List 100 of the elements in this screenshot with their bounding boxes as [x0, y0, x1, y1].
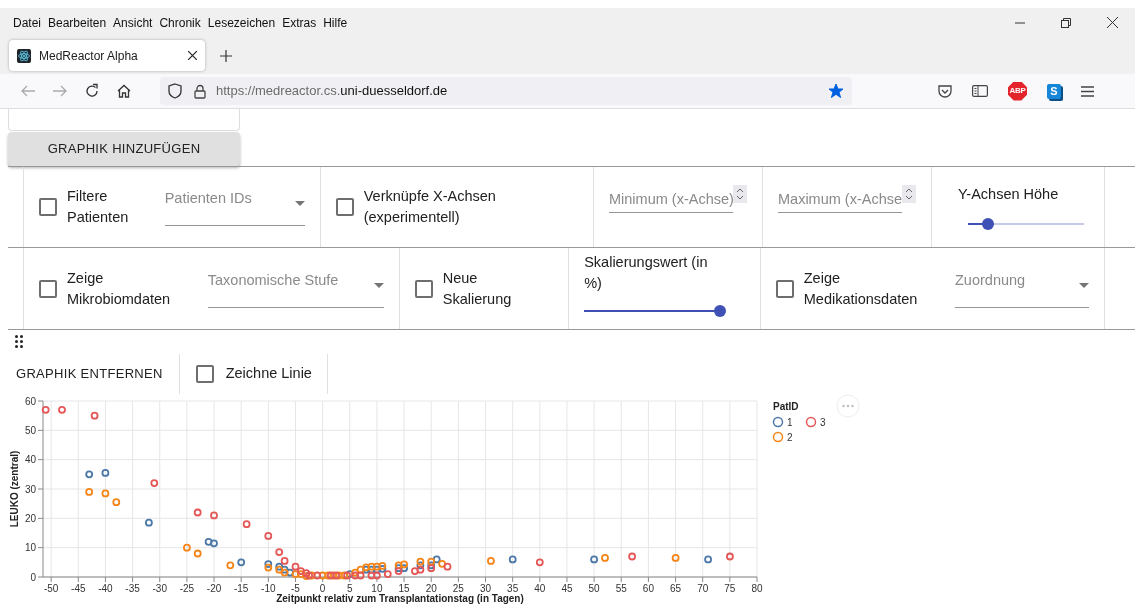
number-field[interactable]: Maximum (x-Achse	[778, 185, 902, 213]
menu-item[interactable]: Lesezeichen	[207, 13, 276, 32]
data-point	[535, 558, 544, 567]
menu-item[interactable]: Extras	[282, 13, 317, 32]
data-point	[280, 565, 289, 574]
select-field[interactable]: Taxonomische Stufe	[207, 269, 384, 308]
close-icon[interactable]	[188, 51, 197, 60]
tick-label: 60	[24, 395, 36, 407]
sidebar-icon[interactable]	[972, 85, 988, 97]
browser-tab[interactable]: MedReactor Alpha	[9, 40, 205, 71]
checkbox-label: Neue Skalierung	[442, 268, 513, 309]
data-point	[332, 571, 341, 580]
select-field[interactable]	[8, 109, 240, 131]
slider-thumb[interactable]	[714, 305, 727, 317]
data-point	[356, 565, 365, 574]
tick-label: 15	[398, 583, 410, 594]
add-graph-button[interactable]: GRAPHIK HINZUFÜGEN	[8, 132, 240, 166]
data-point	[204, 537, 213, 546]
axis-title: Zeitpunkt relativ zum Transplantationstag (in Tagen)	[276, 593, 524, 604]
restore-icon[interactable]	[1061, 17, 1071, 28]
data-point	[394, 564, 403, 573]
menu-icon[interactable]	[1081, 85, 1094, 97]
data-point	[416, 561, 425, 570]
checkbox[interactable]	[414, 279, 433, 298]
tick-label: 50	[24, 424, 36, 436]
remove-graph-button[interactable]: GRAPHIK ENTFERNEN	[0, 354, 180, 394]
data-point	[356, 571, 365, 580]
tick-label: 55	[615, 583, 627, 594]
adblock-icon[interactable]: ABP	[1008, 81, 1027, 101]
data-point	[210, 511, 218, 520]
data-point	[427, 564, 436, 573]
data-point	[628, 552, 636, 561]
tick-label: 50	[588, 583, 600, 594]
axis-title: LEUKO (zentral)	[9, 450, 20, 528]
data-point	[367, 565, 376, 574]
close-icon[interactable]	[1106, 17, 1118, 28]
shield-icon	[168, 83, 182, 99]
spinner-icon[interactable]	[733, 185, 747, 203]
data-point	[145, 518, 153, 527]
data-point	[432, 555, 441, 564]
tick-label: -40	[98, 583, 113, 594]
data-point	[351, 571, 360, 580]
checkbox[interactable]	[195, 365, 214, 383]
pocket-icon[interactable]	[938, 84, 952, 98]
spinner-icon[interactable]	[902, 185, 916, 203]
data-point	[416, 557, 425, 566]
drag-handle-icon[interactable]	[15, 335, 23, 348]
checkbox[interactable]	[39, 279, 57, 298]
reload-icon[interactable]	[84, 83, 100, 99]
tick-label: 10	[371, 583, 383, 594]
tick-label: 60	[642, 583, 654, 594]
data-point	[90, 411, 99, 420]
data-point	[101, 469, 110, 477]
data-point	[275, 562, 284, 571]
checkbox[interactable]	[335, 198, 354, 216]
tick-label: 30	[479, 583, 492, 594]
caret-icon	[373, 282, 384, 288]
tick-label: -20	[206, 583, 222, 594]
data-point	[367, 571, 376, 580]
data-point	[416, 565, 425, 574]
lock-icon	[194, 83, 206, 99]
legend-label: 2	[787, 431, 793, 443]
tick-label: 70	[697, 583, 709, 594]
tick-label: -10	[261, 583, 276, 594]
caret-icon	[294, 201, 305, 206]
tick-label: 5	[347, 583, 353, 594]
tick-label: 25	[452, 583, 464, 594]
checkbox[interactable]	[39, 198, 57, 216]
home-icon[interactable]	[116, 83, 132, 99]
plus-icon[interactable]	[220, 49, 232, 62]
minimize-icon[interactable]	[1015, 21, 1025, 24]
select-field[interactable]: Patienten IDs	[164, 188, 305, 226]
tick-label: -5	[291, 583, 300, 594]
tick-label: 45	[561, 583, 573, 594]
menu-item[interactable]: Ansicht	[113, 13, 153, 32]
caret-icon	[1079, 282, 1089, 288]
tick-label: 20	[24, 512, 36, 524]
menu-item[interactable]: Chronik	[159, 13, 201, 32]
tick-label: -30	[152, 583, 167, 594]
data-point	[85, 470, 94, 479]
menu-item[interactable]: Hilfe	[323, 13, 348, 32]
data-point	[264, 563, 273, 572]
extension-icon[interactable]: S	[1047, 83, 1061, 99]
data-point	[264, 532, 273, 540]
atom-icon	[17, 48, 31, 63]
data-point	[443, 562, 452, 571]
number-field[interactable]: Minimum (x-Achse)	[609, 185, 733, 213]
checkbox-label: Verknüpfe X-Achsen (experimentell)	[363, 187, 497, 227]
checkbox[interactable]	[775, 279, 794, 298]
data-point	[367, 562, 376, 571]
menu-item[interactable]: Bearbeiten	[48, 13, 107, 32]
slider-thumb[interactable]	[981, 217, 994, 230]
star-icon[interactable]	[828, 83, 844, 99]
data-point	[394, 561, 403, 570]
data-point	[487, 557, 495, 565]
tick-label: -35	[125, 583, 140, 594]
checkbox-label: Filtere Patienten	[67, 187, 130, 227]
menu-item[interactable]: Datei	[13, 13, 41, 32]
data-point	[378, 564, 387, 573]
legend-title: PatID	[773, 401, 799, 412]
